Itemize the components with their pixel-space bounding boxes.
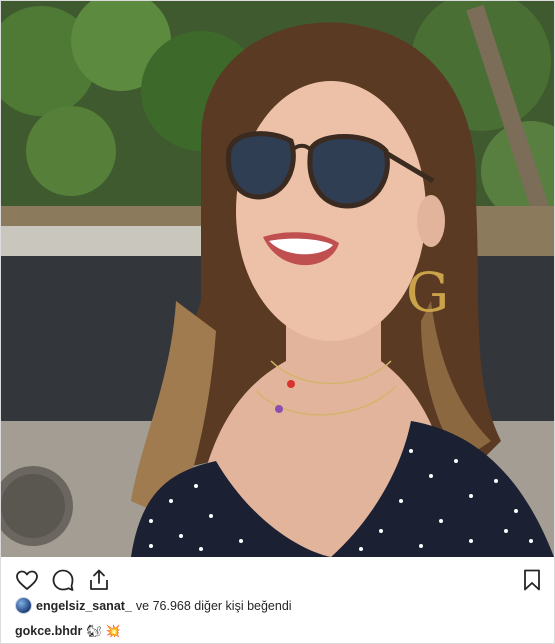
bookmark-icon[interactable] bbox=[520, 568, 544, 592]
liked-by-username[interactable]: engelsiz_sanat_ bbox=[36, 599, 132, 613]
avatar[interactable] bbox=[15, 597, 32, 614]
likes-summary: engelsiz_sanat_ ve 76.968 diğer kişi beğ… bbox=[15, 597, 292, 614]
heart-icon[interactable] bbox=[15, 568, 39, 592]
action-bar bbox=[1, 557, 554, 597]
post-photo[interactable]: G bbox=[1, 1, 554, 557]
share-icon[interactable] bbox=[87, 568, 111, 592]
caption-username[interactable]: gokce.bhdr bbox=[15, 624, 82, 638]
collision-emoji: 💥 bbox=[105, 624, 121, 638]
instagram-post: G engelsiz_sanat_ ve 76.968 diğer kişi b… bbox=[0, 0, 555, 644]
selfie-image: G bbox=[1, 1, 554, 557]
svg-text:G: G bbox=[406, 261, 449, 324]
post-caption: gokce.bhdr 🐿 💥 bbox=[15, 624, 121, 638]
likes-count-text[interactable]: ve 76.968 diğer kişi beğendi bbox=[136, 599, 292, 613]
comment-icon[interactable] bbox=[51, 568, 75, 592]
squirrel-emoji: 🐿 bbox=[86, 624, 102, 638]
